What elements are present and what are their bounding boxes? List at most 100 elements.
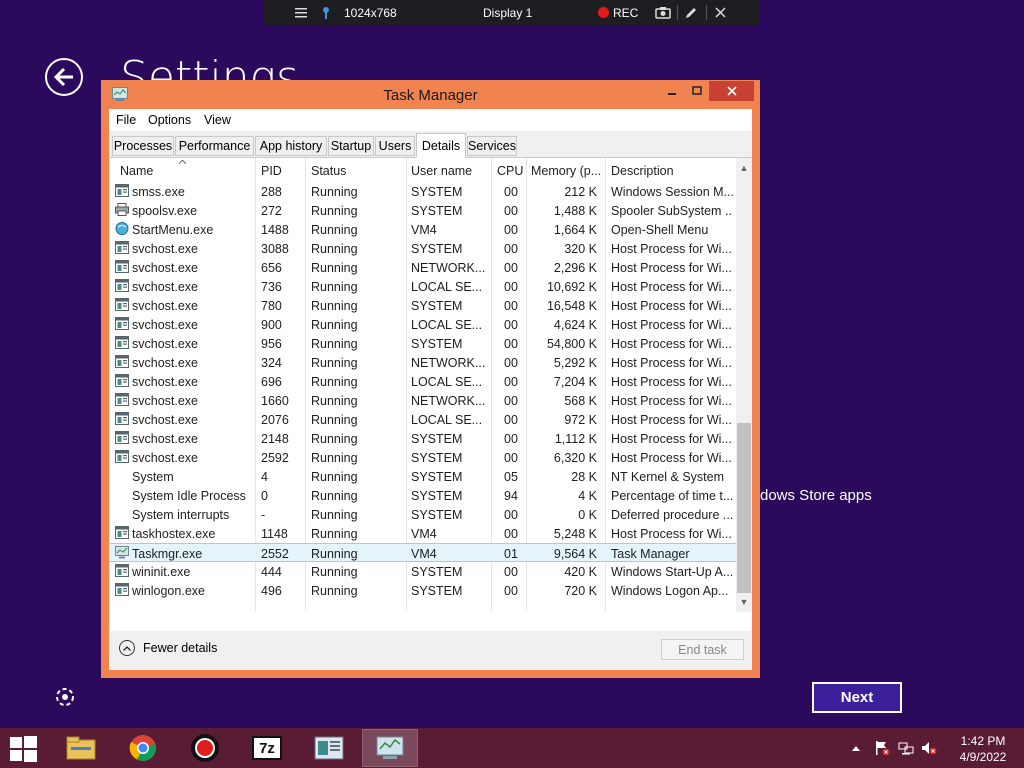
tab-details[interactable]: Details <box>416 133 466 158</box>
tab-app-history[interactable]: App history <box>255 136 327 156</box>
col-memory[interactable]: Memory (p... <box>531 164 601 178</box>
col-status[interactable]: Status <box>311 164 346 178</box>
tab-services[interactable]: Services <box>467 136 517 156</box>
cell-name: System Idle Process <box>132 489 246 503</box>
table-row[interactable]: System Idle Process 0 Running SYSTEM 94 4 K Pe… <box>110 486 736 505</box>
tab-processes[interactable]: Processes <box>112 136 174 156</box>
file-explorer-button[interactable] <box>53 729 109 767</box>
pencil-icon[interactable] <box>684 0 698 25</box>
cell-pid: 2076 <box>261 413 289 427</box>
task-manager-taskbar-button[interactable] <box>362 729 418 767</box>
table-row[interactable]: svchost.exe 656 Running NETWORK... 00 2,296 K… <box>110 258 736 277</box>
cell-status: Running <box>311 413 358 427</box>
window-app-button[interactable] <box>301 729 357 767</box>
windows-start-icon[interactable] <box>10 736 38 762</box>
cell-name: svchost.exe <box>132 337 199 351</box>
close-icon[interactable] <box>715 0 726 25</box>
cell-mem: 10,692 K <box>546 280 597 294</box>
menu-view[interactable]: View <box>204 113 231 127</box>
col-pid[interactable]: PID <box>261 164 282 178</box>
app-window-icon <box>115 526 129 539</box>
col-cpu[interactable]: CPU <box>497 164 523 178</box>
cell-pid: 288 <box>261 185 282 199</box>
fewer-details-button[interactable]: Fewer details <box>119 640 217 656</box>
next-button[interactable]: Next <box>812 682 902 713</box>
tab-performance[interactable]: Performance <box>175 136 254 156</box>
cell-name: svchost.exe <box>132 432 199 446</box>
table-row[interactable]: svchost.exe 956 Running SYSTEM 00 54,800 K Hos… <box>110 334 736 353</box>
table-row[interactable]: svchost.exe 3088 Running SYSTEM 00 320 K Host … <box>110 239 736 258</box>
file-explorer-icon <box>66 736 96 760</box>
vertical-scrollbar[interactable]: ▲ ▼ <box>736 158 752 612</box>
table-row[interactable]: taskhostex.exe 1148 Running VM4 00 5,248 K Hos… <box>110 524 736 543</box>
cell-cpu: 00 <box>504 584 518 598</box>
scroll-down-arrow-icon[interactable]: ▼ <box>736 594 752 610</box>
recorder-button[interactable] <box>177 729 233 767</box>
cell-name: svchost.exe <box>132 261 199 275</box>
cell-mem: 16,548 K <box>546 299 597 313</box>
ease-of-access-icon[interactable] <box>52 684 78 710</box>
cell-user: SYSTEM <box>411 299 463 313</box>
volume-muted-icon[interactable] <box>921 728 937 768</box>
table-row[interactable]: svchost.exe 696 Running LOCAL SE... 00 7,204 … <box>110 372 736 391</box>
maximize-button[interactable] <box>684 82 710 102</box>
7zip-button[interactable]: 7z <box>239 729 295 767</box>
cell-status: Running <box>311 223 358 237</box>
back-button[interactable] <box>45 58 83 96</box>
table-row[interactable]: svchost.exe 900 Running LOCAL SE... 00 4,624 … <box>110 315 736 334</box>
cell-status: Running <box>311 299 358 313</box>
cell-mem: 5,248 K <box>553 527 597 541</box>
cell-user: SYSTEM <box>411 204 463 218</box>
close-button[interactable] <box>709 81 754 101</box>
scrollbar-thumb[interactable] <box>737 423 751 593</box>
chrome-button[interactable] <box>115 729 171 767</box>
table-row[interactable]: smss.exe 288 Running SYSTEM 00 212 K Windows S… <box>110 182 736 201</box>
table-row[interactable]: spoolsv.exe 272 Running SYSTEM 00 1,488 K Spoo… <box>110 201 736 220</box>
cell-name: svchost.exe <box>132 242 199 256</box>
tab-startup[interactable]: Startup <box>328 136 374 156</box>
table-row[interactable]: Taskmgr.exe 2552 Running VM4 01 9,564 K Task M… <box>110 543 737 562</box>
tab-users[interactable]: Users <box>375 136 415 156</box>
table-row[interactable]: svchost.exe 2148 Running SYSTEM 00 1,112 K Hos… <box>110 429 736 448</box>
table-row[interactable]: svchost.exe 780 Running SYSTEM 00 16,548 K Hos… <box>110 296 736 315</box>
table-row[interactable]: System 4 Running SYSTEM 05 28 K NT Kernel & Sy… <box>110 467 736 486</box>
cell-mem: 1,664 K <box>553 223 597 237</box>
pin-icon[interactable] <box>321 0 331 25</box>
task-manager-icon <box>115 546 129 559</box>
chevron-up-icon <box>119 640 135 656</box>
system-clock[interactable]: 1:42 PM 4/9/2022 <box>954 733 1012 765</box>
action-center-flag-icon[interactable] <box>874 728 890 768</box>
table-row[interactable]: winlogon.exe 496 Running SYSTEM 00 720 K Windo… <box>110 581 736 600</box>
show-hidden-icons[interactable] <box>852 728 860 768</box>
cell-name: wininit.exe <box>132 565 191 579</box>
table-row[interactable]: svchost.exe 2592 Running SYSTEM 00 6,320 K Hos… <box>110 448 736 467</box>
display-label[interactable]: Display 1 <box>483 0 532 25</box>
table-row[interactable]: System interrupts - Running SYSTEM 00 0 K Defe… <box>110 505 736 524</box>
col-description[interactable]: Description <box>611 164 674 178</box>
end-task-button[interactable]: End task <box>661 639 744 660</box>
table-row[interactable]: svchost.exe 2076 Running LOCAL SE... 00 972 K… <box>110 410 736 429</box>
cell-pid: 2552 <box>261 547 289 561</box>
rec-button[interactable]: REC <box>598 0 638 25</box>
shell-orb-icon <box>115 222 129 235</box>
minimize-button[interactable] <box>659 82 685 102</box>
cell-cpu: 00 <box>504 451 518 465</box>
table-row[interactable]: wininit.exe 444 Running SYSTEM 00 420 K Window… <box>110 562 736 581</box>
menu-file[interactable]: File <box>116 113 136 127</box>
table-row[interactable]: svchost.exe 736 Running LOCAL SE... 00 10,692… <box>110 277 736 296</box>
cell-cpu: 94 <box>504 489 518 503</box>
table-row[interactable]: StartMenu.exe 1488 Running VM4 00 1,664 K Open… <box>110 220 736 239</box>
table-row[interactable]: svchost.exe 324 Running NETWORK... 00 5,292 K… <box>110 353 736 372</box>
menu-options[interactable]: Options <box>148 113 191 127</box>
app-window-icon <box>115 374 129 387</box>
remote-toolbar: 1024x768 Display 1 REC <box>263 0 760 25</box>
col-user-name[interactable]: User name <box>411 164 472 178</box>
col-name[interactable]: Name <box>120 164 153 178</box>
scroll-up-arrow-icon[interactable]: ▲ <box>736 160 752 176</box>
camera-icon[interactable] <box>655 0 671 25</box>
cell-mem: 7,204 K <box>553 375 597 389</box>
table-row[interactable]: svchost.exe 1660 Running NETWORK... 00 568 K H… <box>110 391 736 410</box>
network-icon[interactable] <box>898 728 914 768</box>
title-bar[interactable]: Task Manager <box>101 80 760 108</box>
menu-icon[interactable] <box>295 0 307 25</box>
